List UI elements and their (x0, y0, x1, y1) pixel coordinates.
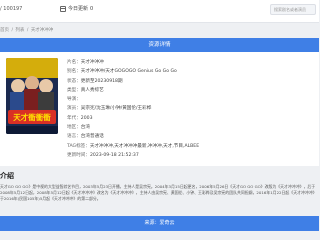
detail-row: 更新时间：2023-09-18 21:52:37 (67, 152, 139, 158)
details-info: 片名：天才冲冲冲 别名：天才冲冲冲/天才GOGOGO Genius Go Go … (67, 58, 315, 160)
calendar-icon (60, 5, 66, 12)
breadcrumb-separator: / (11, 28, 13, 33)
detail-row: TAG标签：天才冲冲冲,天才冲冲冲最新,冲冲冲,天才,节目,ALBEE (67, 143, 200, 149)
detail-row: 演员：吴宗宪/沈玉琳/小钟/黄国伦/王彩桦 (67, 106, 152, 112)
item-count: / 100197 (0, 6, 23, 12)
breadcrumb-current: 天才冲冲冲 (30, 28, 54, 33)
detail-row: 地区：台湾 (67, 125, 90, 131)
today-label: 今日更新 (68, 6, 89, 12)
synopsis-text: 天才GO GO GO》是中视的大型益智综艺节目，2003年5月23日开播，主持人… (0, 184, 317, 202)
breadcrumb-separator: / (26, 28, 29, 33)
source-button[interactable]: 来源：爱奇云 (0, 216, 319, 231)
today-count: 0 (90, 5, 94, 12)
poster-image: 天才衝衝衝 (6, 58, 58, 134)
detail-row: 别名：天才冲冲冲/天才GOGOGO Genius Go Go Go (67, 69, 177, 75)
synopsis-title: 介绍 (0, 172, 14, 180)
breadcrumb-list[interactable]: 列表 (15, 28, 24, 33)
detail-row: 类型：真人秀综艺 (67, 87, 104, 93)
detail-row: 片名：天才冲冲冲 (67, 60, 104, 65)
top-bar: / 100197 今日更新 0 搜索剧名或者演员 (0, 0, 319, 23)
svg-text:天才衝衝衝: 天才衝衝衝 (13, 112, 51, 122)
detail-row: 状态：更新至20230918期 (67, 78, 123, 84)
today-updates[interactable]: 今日更新 0 (60, 5, 93, 12)
search-input[interactable]: 搜索剧名或者演员 (270, 4, 316, 15)
details-header: 资源详情 (0, 38, 319, 52)
detail-row: 年代：2003 (67, 115, 93, 121)
poster-art: 天才衝衝衝 (6, 58, 58, 134)
breadcrumb-home[interactable]: 首页 (0, 28, 9, 33)
detail-row: 语言：台湾普通话 (67, 134, 104, 140)
breadcrumb: 首页 / 列表 / 天才冲冲冲 (0, 27, 53, 33)
detail-row: 导演： (67, 97, 81, 103)
